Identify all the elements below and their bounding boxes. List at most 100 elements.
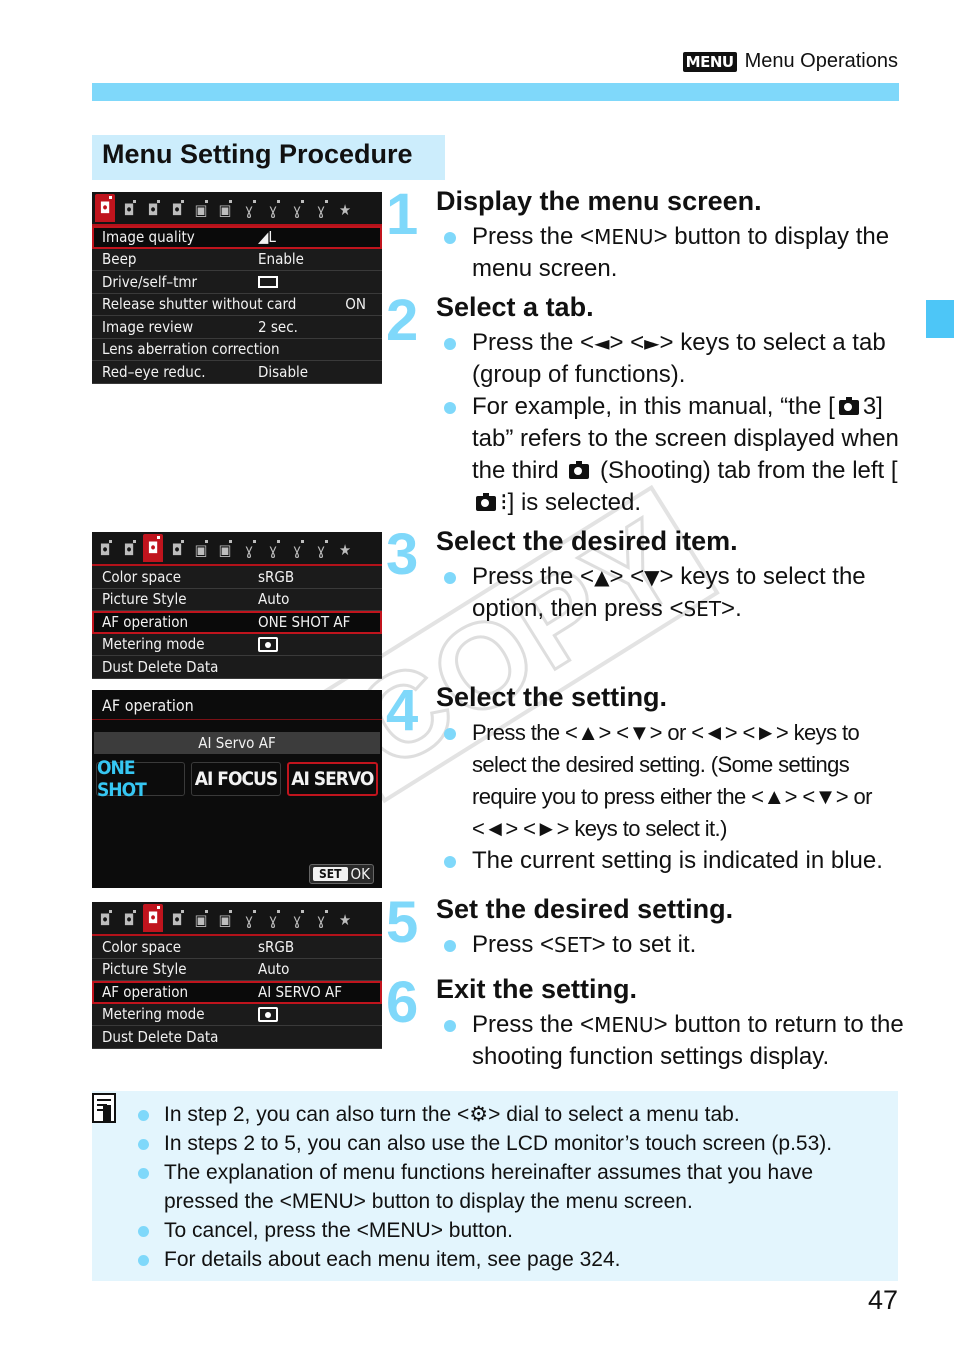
step-number: 2 xyxy=(386,288,419,353)
lcd-tab-setup-icon[interactable]: ɣ xyxy=(311,908,331,932)
step-bullet: Press the <MENU> button to display the m… xyxy=(436,221,906,285)
section-title: Menu Setting Procedure xyxy=(92,135,445,180)
lcd-tab-playback-icon[interactable]: ▣ xyxy=(191,198,211,222)
lcd-row-label: Image quality xyxy=(102,227,195,246)
lcd-row-value: 2 sec. xyxy=(258,317,298,336)
step-title: Select the desired item. xyxy=(436,526,738,556)
header-accent-bar xyxy=(92,83,899,101)
lcd-row-value: Auto xyxy=(258,590,290,609)
lcd-tab-bar: ◘ ◘ ◘ ◘ ▣ ▣ ɣ ɣ ɣ ɣ ★ xyxy=(92,192,382,226)
lcd-row-label: Picture Style xyxy=(102,590,187,609)
step-number: 6 xyxy=(386,970,419,1035)
af-operation-title: AF operation xyxy=(92,690,382,720)
page-header: MENU Menu Operations xyxy=(682,50,898,73)
lcd-tab-playback-icon[interactable]: ▣ xyxy=(191,538,211,562)
lcd-tab-setup-icon[interactable]: ɣ xyxy=(287,538,307,562)
step-title: Select a tab. xyxy=(436,292,594,322)
set-button-icon: SET xyxy=(554,933,592,957)
lcd-tab-shooting-icon[interactable]: ◘ xyxy=(119,198,139,222)
step-bullets: Press the <MENU> button to display the m… xyxy=(436,221,906,285)
lcd-tab-setup-icon[interactable]: ɣ xyxy=(239,908,259,932)
lcd-tab-bar: ◘ ◘ ◘ ◘ ▣ ▣ ɣ ɣ ɣ ɣ ★ xyxy=(92,532,382,566)
lcd-menu-row[interactable]: AF operation AI SERVO AF xyxy=(92,981,382,1004)
step-bullets: Press the <▲> <▼> or <◄> <►> keys to sel… xyxy=(436,717,906,877)
lcd-tab-shooting-icon[interactable]: ◘ xyxy=(95,908,115,932)
single-shot-icon xyxy=(258,273,278,291)
lcd-tab-playback-icon[interactable]: ▣ xyxy=(191,908,211,932)
chapter-side-tab xyxy=(926,300,954,338)
lcd-menu-row[interactable]: Metering mode xyxy=(92,633,382,656)
note-item: For details about each menu item, see pa… xyxy=(136,1245,832,1274)
note-item: The explanation of menu functions herein… xyxy=(136,1158,832,1187)
af-option-ai-focus[interactable]: AI FOCUS xyxy=(191,762,281,796)
lcd-tab-setup-icon[interactable]: ɣ xyxy=(239,538,259,562)
lcd-row-label: Color space xyxy=(102,567,182,586)
lcd-tab-shooting-icon[interactable]: ◘ xyxy=(143,904,163,932)
lcd-tab-setup-icon[interactable]: ɣ xyxy=(263,908,283,932)
step-title: Exit the setting. xyxy=(436,974,638,1004)
lcd-tab-setup-icon[interactable]: ɣ xyxy=(311,538,331,562)
lcd-tab-setup-icon[interactable]: ɣ xyxy=(287,198,307,222)
lcd-tab-setup-icon[interactable]: ɣ xyxy=(239,198,259,222)
lcd-tab-shooting-icon[interactable]: ◘ xyxy=(143,198,163,222)
evaluative-metering-icon xyxy=(258,1005,278,1023)
lcd-menu-row[interactable]: Image review 2 sec. xyxy=(92,316,382,339)
set-ok-button[interactable]: SET OK xyxy=(309,864,374,884)
lcd-tab-shooting-icon[interactable]: ◘ xyxy=(119,538,139,562)
lcd-tab-my-menu-icon[interactable]: ★ xyxy=(335,198,355,222)
step-bullet: Press the <◄> <►> keys to select a tab (… xyxy=(436,327,906,391)
lcd-menu-row[interactable]: Dust Delete Data xyxy=(92,1026,382,1049)
lcd-tab-playback-icon[interactable]: ▣ xyxy=(215,538,235,562)
lcd-tab-shooting-icon[interactable]: ◘ xyxy=(95,538,115,562)
lcd-row-label: AF operation xyxy=(102,982,189,1001)
lcd-row-value: Disable xyxy=(258,362,309,381)
lcd-row-value: AI SERVO AF xyxy=(258,982,343,1001)
lcd-tab-setup-icon[interactable]: ɣ xyxy=(263,538,283,562)
lcd-menu-row[interactable]: Metering mode xyxy=(92,1003,382,1026)
lcd-menu-row[interactable]: Picture Style Auto xyxy=(92,588,382,611)
lcd-tab-playback-icon[interactable]: ▣ xyxy=(215,908,235,932)
camera-icon xyxy=(569,461,590,479)
lcd-menu-row[interactable]: Beep Enable xyxy=(92,248,382,271)
af-option-one-shot[interactable]: ONE SHOT xyxy=(96,757,186,801)
note-item: To cancel, press the <MENU> button. xyxy=(136,1216,832,1245)
lcd-tab-shooting-icon[interactable]: ◘ xyxy=(167,538,187,562)
lcd-tab-setup-icon[interactable]: ɣ xyxy=(311,198,331,222)
lcd-menu-row[interactable]: AF operation ONE SHOT AF xyxy=(92,611,382,634)
lcd-tab-shooting-icon[interactable]: ◘ xyxy=(167,908,187,932)
lcd-screen-step1: ◘ ◘ ◘ ◘ ▣ ▣ ɣ ɣ ɣ ɣ ★ Image quality ◢L Beep Enable Dri… xyxy=(92,192,382,384)
lcd-row-label: Beep xyxy=(102,250,137,269)
lcd-menu-row[interactable]: Picture Style Auto xyxy=(92,958,382,981)
lcd-tab-shooting-icon[interactable]: ◘ xyxy=(119,908,139,932)
step-number: 3 xyxy=(386,522,419,587)
lcd-menu-row[interactable]: Lens aberration correction xyxy=(92,338,382,361)
lcd-tab-my-menu-icon[interactable]: ★ xyxy=(335,908,355,932)
lcd-menu-row[interactable]: Color space sRGB xyxy=(92,566,382,589)
lcd-menu-row[interactable]: Color space sRGB xyxy=(92,936,382,959)
lcd-menu-row[interactable]: Dust Delete Data xyxy=(92,656,382,679)
lcd-row-value: sRGB xyxy=(258,937,295,956)
menu-badge-icon: MENU xyxy=(682,51,737,72)
lcd-row-label: Metering mode xyxy=(102,635,205,654)
lcd-tab-setup-icon[interactable]: ɣ xyxy=(287,908,307,932)
lcd-menu-row[interactable]: Drive/self–tmr xyxy=(92,271,382,294)
lcd-menu-row[interactable]: Image quality ◢L xyxy=(92,226,382,249)
lcd-tab-setup-icon[interactable]: ɣ xyxy=(263,198,283,222)
lcd-row-value: sRGB xyxy=(258,567,295,586)
lcd-menu-row[interactable]: Release shutter without card ON xyxy=(92,293,382,316)
step-bullet: Press <SET> to set it. xyxy=(436,929,906,961)
lcd-tab-shooting-icon[interactable]: ◘ xyxy=(167,198,187,222)
note-item: In steps 2 to 5, you can also use the LC… xyxy=(136,1129,832,1158)
step-title: Set the desired setting. xyxy=(436,894,734,924)
lcd-tab-playback-icon[interactable]: ▣ xyxy=(215,198,235,222)
step-bullet: The current setting is indicated in blue… xyxy=(436,845,906,877)
lcd-tab-shooting-icon[interactable]: ◘ xyxy=(95,194,115,222)
af-option-ai-servo[interactable]: AI SERVO xyxy=(286,762,378,796)
lcd-tab-shooting-icon[interactable]: ◘ xyxy=(143,534,163,562)
lcd-tab-my-menu-icon[interactable]: ★ xyxy=(335,538,355,562)
camera-icon xyxy=(838,397,859,415)
lcd-row-label: AF operation xyxy=(102,612,189,631)
step-bullet: Press the <▲> <▼> keys to select the opt… xyxy=(436,561,906,625)
lcd-menu-row[interactable]: Red–eye reduc. Disable xyxy=(92,361,382,384)
step-bullets: Press the <▲> <▼> keys to select the opt… xyxy=(436,561,906,625)
